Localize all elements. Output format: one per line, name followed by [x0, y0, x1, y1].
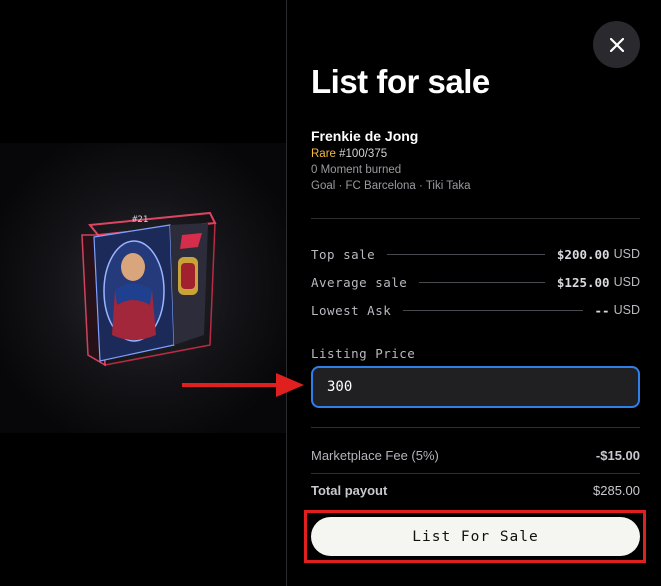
marketplace-fee-value: -$15.00 [595, 448, 640, 463]
serial-number: #100/375 [339, 148, 388, 160]
marketplace-fee-label: Marketplace Fee (5%) [311, 448, 439, 463]
player-name: Frenkie de Jong [311, 128, 419, 144]
marketplace-fee-row: Marketplace Fee (5%) -$15.00 [311, 448, 640, 463]
stat-value: $200.00 [556, 246, 610, 262]
stat-unit: USD [613, 275, 640, 289]
stat-value: -- [594, 302, 610, 318]
divider-fees [311, 427, 640, 428]
leader-line [403, 309, 583, 311]
total-payout-label: Total payout [311, 483, 388, 498]
rarity-badge: Rare [311, 148, 336, 160]
leader-line [387, 253, 545, 255]
card-number-label: #21 [132, 215, 148, 225]
stat-row-lowest-ask: Lowest Ask -- USD [311, 301, 640, 319]
close-button[interactable] [593, 21, 640, 68]
moment-card-3d[interactable]: #21 [70, 195, 220, 370]
list-for-sale-button[interactable]: List For Sale [311, 517, 640, 556]
pane-divider [286, 0, 287, 586]
listing-price-label: Listing Price [311, 346, 416, 361]
stat-label: Top sale [311, 246, 376, 262]
stat-unit: USD [613, 303, 640, 317]
listing-price-input[interactable] [311, 366, 640, 408]
stat-label: Lowest Ask [311, 302, 392, 318]
moment-details: Goal · FC Barcelona · Tiki Taka [311, 180, 471, 192]
leader-line [419, 281, 545, 283]
stat-row-top-sale: Top sale $200.00 USD [311, 245, 640, 263]
close-icon [609, 37, 624, 52]
divider-top [311, 218, 640, 219]
burned-count: 0 Moment burned [311, 164, 402, 176]
divider-total [311, 473, 640, 474]
total-payout-row: Total payout $285.00 [311, 483, 640, 498]
stat-row-average-sale: Average sale $125.00 USD [311, 273, 640, 291]
annotation-arrow-icon [182, 373, 304, 397]
stat-unit: USD [613, 247, 640, 261]
stat-label: Average sale [311, 274, 408, 290]
page-title: List for sale [311, 63, 490, 100]
stat-value: $125.00 [556, 274, 610, 290]
rarity-serial-line: Rare #100/375 [311, 148, 387, 160]
moment-preview-pane: #21 [0, 0, 286, 586]
total-payout-value: $285.00 [593, 483, 640, 498]
